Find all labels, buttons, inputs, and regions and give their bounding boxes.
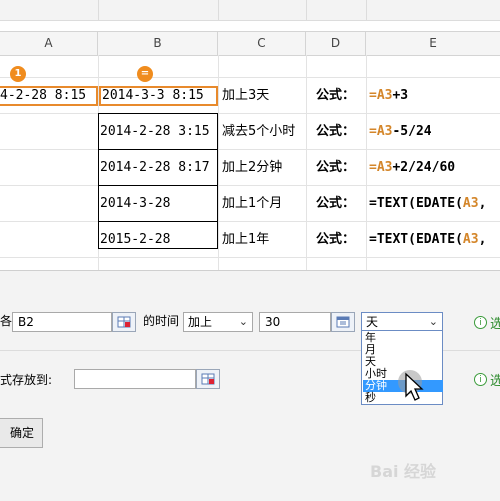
output-cell-input[interactable] bbox=[74, 369, 196, 389]
formula-ref: A3 bbox=[376, 88, 393, 103]
source-cell-input[interactable]: B2 bbox=[12, 312, 112, 332]
calendar-button[interactable] bbox=[331, 312, 355, 332]
operation-value: 加上 bbox=[188, 315, 213, 329]
step-badge-a: 1 bbox=[10, 66, 26, 82]
unit-select[interactable]: 天 ⌄ bbox=[361, 312, 443, 332]
watermark-logo: Bai 经验 bbox=[370, 462, 437, 481]
select-hint[interactable]: 选 bbox=[490, 313, 500, 332]
step-badge-b: = bbox=[137, 66, 153, 82]
cell-d7[interactable]: 公式： bbox=[316, 231, 355, 249]
cell-d3[interactable]: 公式： bbox=[316, 87, 355, 105]
formula-ref: A3 bbox=[376, 124, 393, 139]
formula-ref: A3 bbox=[376, 160, 393, 175]
formula-prefix: = bbox=[369, 124, 377, 139]
formula-suffix: +3 bbox=[392, 88, 409, 103]
output-label: 式存放到: bbox=[0, 373, 53, 387]
formula-prefix: =TEXT(EDATE( bbox=[369, 232, 463, 247]
cell-e3[interactable]: =A3+3 bbox=[369, 87, 408, 105]
formula-suffix: +2/24/60 bbox=[392, 160, 456, 175]
select-hint[interactable]: 选 bbox=[490, 370, 500, 389]
formula-suffix: , bbox=[478, 232, 487, 247]
chevron-down-icon: ⌄ bbox=[238, 315, 248, 328]
amount-input[interactable]: 30 bbox=[259, 312, 331, 332]
cell-b6[interactable]: 2014-3-28 bbox=[100, 195, 170, 213]
range-picker-button[interactable] bbox=[112, 312, 136, 332]
column-header-c[interactable]: C bbox=[218, 32, 306, 55]
column-header-b[interactable]: B bbox=[98, 32, 218, 55]
unit-value: 天 bbox=[366, 315, 379, 329]
cell-d6[interactable]: 公式： bbox=[316, 195, 355, 213]
column-header-bar: A B C D E bbox=[0, 31, 500, 56]
cell-e7[interactable]: =TEXT(EDATE(A3, bbox=[369, 231, 486, 249]
operation-select[interactable]: 加上 ⌄ bbox=[183, 312, 253, 332]
cell-d5[interactable]: 公式： bbox=[316, 159, 355, 177]
cell-c6[interactable]: 加上1个月 bbox=[222, 195, 282, 213]
cell-d4[interactable]: 公式： bbox=[316, 123, 355, 141]
column-header-e[interactable]: E bbox=[366, 32, 500, 55]
formula-ref: A3 bbox=[462, 196, 479, 211]
formula-prefix: =TEXT(EDATE( bbox=[369, 196, 463, 211]
cell-b3[interactable]: 2014-3-3 8:15 bbox=[102, 87, 204, 105]
cell-b4[interactable]: 2014-2-28 3:15 bbox=[100, 123, 210, 141]
toolbar-strip bbox=[0, 0, 500, 21]
calendar-icon bbox=[336, 316, 350, 328]
cell-e6[interactable]: =TEXT(EDATE(A3, bbox=[369, 195, 486, 213]
range-picker-icon bbox=[201, 373, 215, 385]
formula-prefix: = bbox=[369, 160, 377, 175]
mouse-cursor-icon bbox=[398, 370, 424, 401]
source-cell-label: 各 bbox=[0, 314, 13, 328]
column-header-d[interactable]: D bbox=[306, 32, 366, 55]
formula-suffix: -5/24 bbox=[392, 124, 432, 139]
range-picker-icon bbox=[117, 316, 131, 328]
cell-c7[interactable]: 加上1年 bbox=[222, 231, 269, 249]
info-icon[interactable]: i bbox=[474, 373, 487, 386]
chevron-down-icon: ⌄ bbox=[428, 315, 438, 328]
formula-suffix: , bbox=[478, 196, 487, 211]
cell-c5[interactable]: 加上2分钟 bbox=[222, 159, 282, 177]
cell-b7[interactable]: 2015-2-28 bbox=[100, 231, 170, 249]
time-label: 的时间 bbox=[143, 314, 180, 328]
column-header-a[interactable]: A bbox=[0, 32, 98, 55]
cell-c4[interactable]: 减去5个小时 bbox=[222, 123, 295, 141]
cell-e5[interactable]: =A3+2/24/60 bbox=[369, 159, 455, 177]
cell-b5[interactable]: 2014-2-28 8:17 bbox=[100, 159, 210, 177]
formula-prefix: = bbox=[369, 88, 377, 103]
cell-e4[interactable]: =A3-5/24 bbox=[369, 123, 432, 141]
output-range-picker-button[interactable] bbox=[196, 369, 220, 389]
info-icon[interactable]: i bbox=[474, 316, 487, 329]
confirm-button[interactable]: 确定 bbox=[0, 418, 43, 448]
formula-ref: A3 bbox=[462, 232, 479, 247]
cell-c3[interactable]: 加上3天 bbox=[222, 87, 269, 105]
cell-a3[interactable]: 4-2-28 8:15 bbox=[0, 87, 86, 105]
